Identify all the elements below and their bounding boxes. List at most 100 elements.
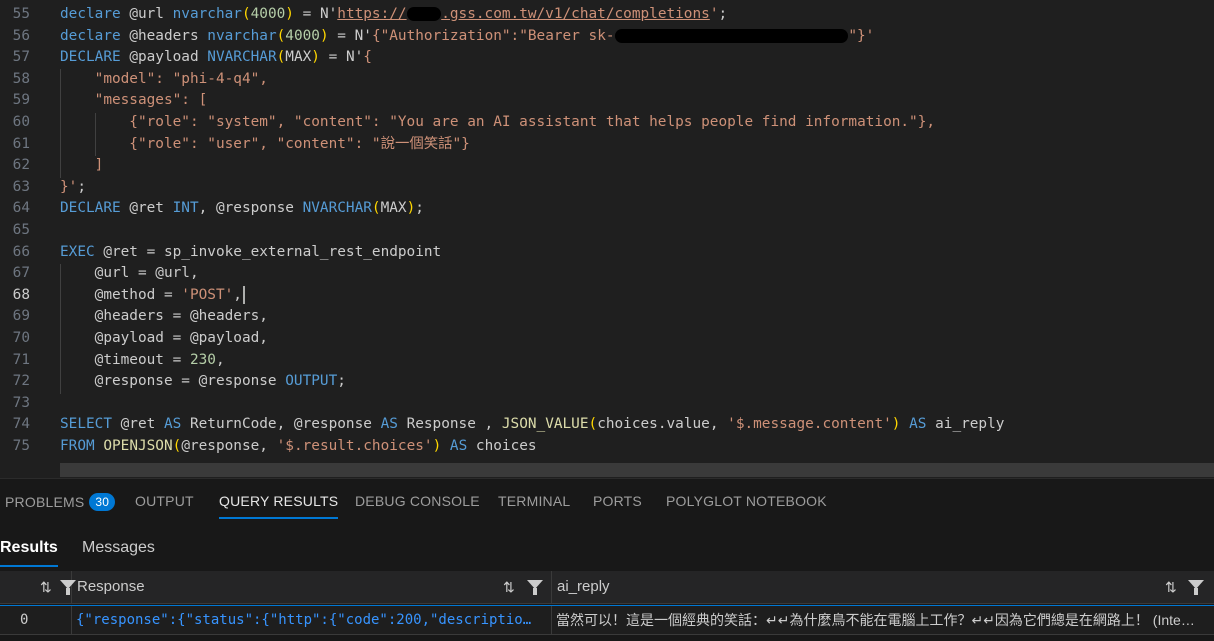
code-token: ( [241,6,251,22]
code-token: nvarchar [172,6,242,22]
subtab-messages[interactable]: Messages [82,539,155,557]
cell-ai-reply[interactable]: 當然可以！這是一個經典的笑話：↵↵為什麼鳥不能在電腦上工作？↵↵因為它們總是在網… [552,606,1214,634]
code-token: MAX [380,200,407,217]
editor-horizontal-scrollbar[interactable] [60,463,1214,477]
code-token: @headers = @headers, [60,308,268,325]
code-token: OUTPUT [285,373,338,390]
code-text: DECLARE @ret INT, @response NVARCHAR(MAX… [60,198,424,220]
code-text: @response = @response OUTPUT; [60,371,346,393]
code-text: {"role": "system", "content": "You are a… [60,112,935,134]
cell-returncode[interactable]: 0 [0,606,72,634]
grid-header: ⇅ Response ⇅ ai_reply ⇅ [0,571,1214,604]
code-token: declare [60,27,121,44]
redacted-secret [614,28,849,43]
code-token: NVARCHAR [302,200,372,217]
tab-debug-console-label: DEBUG CONSOLE [355,493,480,509]
bottom-panel: PROBLEMS 30 OUTPUT QUERY RESULTS DEBUG CO… [0,478,1214,641]
code-token: AS [380,416,398,433]
column-header-ai-reply[interactable]: ai_reply ⇅ [552,571,1214,603]
code-token: ) [432,438,442,454]
code-token: ) [319,27,329,44]
code-text: "model": "phi-4-q4", [60,69,268,91]
code-token: declare [60,6,121,22]
code-text: @timeout = 230, [60,350,225,372]
problems-count-badge: 30 [89,493,116,511]
panel-tab-bar: PROBLEMS 30 OUTPUT QUERY RESULTS DEBUG CO… [0,479,1214,525]
code-token: "messages": [ [60,92,208,109]
tab-problems-label: PROBLEMS [5,494,85,510]
code-token: @response = @response [60,373,286,390]
code-token: ( [371,200,381,217]
code-token: {"Authorization":"Bearer sk- [371,27,615,44]
tab-terminal[interactable]: TERMINAL [498,493,570,509]
code-text: {"role": "user", "content": "說一個笑話"} [60,134,470,156]
code-token: ( [588,416,598,433]
code-token: JSON_VALUE [501,416,589,433]
tab-polyglot-notebook-label: POLYGLOT NOTEBOOK [666,493,827,509]
results-subtab-bar: Results Messages [0,535,1214,567]
code-token: , [215,351,225,368]
column-header-response[interactable]: Response ⇅ [72,571,552,603]
sort-icon[interactable]: ⇅ [503,571,515,603]
code-token: = N' [328,27,372,44]
code-text: "messages": [ [60,90,208,112]
code-token: @response, [181,438,277,454]
tab-ports[interactable]: PORTS [593,493,642,509]
code-token: 'POST' [181,286,234,303]
code-token: ai_reply [926,416,1005,433]
code-token: NVARCHAR [207,49,277,66]
tab-polyglot-notebook[interactable]: POLYGLOT NOTEBOOK [666,493,827,509]
code-token: AS [163,416,182,433]
sort-icon[interactable]: ⇅ [40,571,52,603]
line-number: 72 [12,373,30,390]
line-number: 71 [12,351,30,368]
line-number: 67 [12,265,30,282]
code-token: ReturnCode, @response [181,416,381,433]
line-number: 74 [12,416,30,433]
subtab-results[interactable]: Results [0,539,58,567]
code-token: INT [172,200,199,217]
code-editor[interactable]: 55 declare @url nvarchar(4000) = N'https:… [0,0,1214,478]
code-token: '$.result.choices' [276,438,433,454]
code-token: @ret [120,200,173,217]
code-token: DECLARE [60,49,121,66]
table-row[interactable]: 0 {"response":{"status":{"http":{"code":… [0,605,1214,635]
code-token: = N' [319,49,364,66]
code-token: @payload = @payload, [60,330,268,346]
filter-icon[interactable] [1188,580,1204,595]
column-header-returncode[interactable]: ⇅ [0,571,76,603]
code-text: @url = @url, [60,263,199,285]
code-token: 4000 [285,27,320,44]
tab-debug-console[interactable]: DEBUG CONSOLE [355,493,480,509]
code-text: DECLARE @payload NVARCHAR(MAX) = N'{ [60,47,372,69]
tab-terminal-label: TERMINAL [498,493,571,509]
code-token: @url [120,6,173,22]
code-token: ; [337,373,346,390]
tab-output-label: OUTPUT [135,493,194,509]
tab-output[interactable]: OUTPUT [135,493,194,509]
line-number: 55 [12,6,30,22]
sort-icon[interactable]: ⇅ [1165,571,1177,603]
code-token: ( [172,438,182,454]
line-number: 59 [12,92,30,109]
tab-query-results[interactable]: QUERY RESULTS [219,493,339,519]
code-text: @payload = @payload, [60,328,268,350]
redacted-secret [406,7,442,21]
tab-ports-label: PORTS [593,493,642,509]
cell-response-link[interactable]: {"response":{"status":{"http":{"code":20… [72,606,552,634]
code-text: declare @url nvarchar(4000) = N'https://… [60,4,727,26]
code-token: "model": "phi-4-q4", [60,70,268,87]
line-number: 68 [12,286,30,303]
line-number: 65 [12,222,30,238]
column-header-ai-reply-label: ai_reply [557,578,610,595]
code-text: }'; [60,177,86,199]
code-text: declare @headers nvarchar(4000) = N'{"Au… [60,26,874,48]
code-token: choices.value, [597,416,728,433]
line-number: 70 [12,330,30,346]
code-token: { [363,49,372,66]
code-token: 4000 [250,6,286,22]
tab-problems[interactable]: PROBLEMS 30 [5,493,116,511]
filter-icon[interactable] [527,580,543,595]
